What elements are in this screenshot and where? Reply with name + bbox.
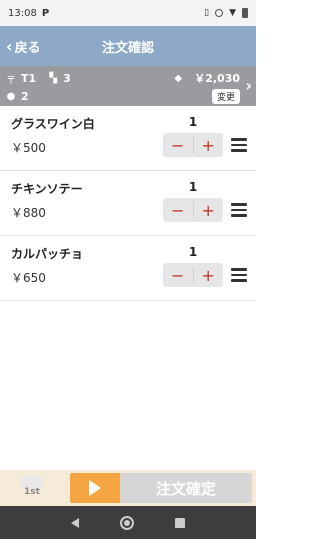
item-name: チキンソテー: [11, 182, 83, 196]
drag-handle-icon[interactable]: [231, 203, 247, 217]
list-item: グラスワイン白 ￥500 1 − +: [0, 106, 256, 171]
course-label: 1st: [24, 487, 40, 497]
item-name: グラスワイン白: [11, 117, 95, 131]
item-name: カルパッチョ: [11, 247, 84, 261]
status-bar: 13:08 P ▯ ▼: [0, 0, 256, 26]
person-icon: ●: [6, 90, 16, 102]
app-indicator: P: [41, 7, 50, 19]
header-bar: ‹ 戻る 注文確認: [0, 26, 256, 66]
battery-icon: [242, 8, 248, 18]
nav-back-icon[interactable]: [70, 517, 79, 528]
chevron-left-icon: ‹: [6, 36, 13, 56]
item-quantity: 1: [188, 115, 198, 129]
drag-handle-icon[interactable]: [231, 138, 247, 152]
quantity-stepper: − +: [163, 198, 223, 222]
order-item-list: グラスワイン白 ￥500 1 − + チキンソテー ￥880 1 − + カルパ…: [0, 106, 256, 301]
wifi-icon: ▼: [229, 8, 236, 18]
change-button[interactable]: 変更: [211, 88, 240, 104]
decrement-button[interactable]: −: [163, 198, 193, 222]
table-icon: ╤: [7, 72, 15, 84]
quantity-stepper: − +: [163, 263, 223, 287]
back-label: 戻る: [14, 40, 41, 56]
cart-icon: ▚: [49, 72, 58, 84]
order-total: ￥2,030: [194, 72, 240, 85]
list-item: チキンソテー ￥880 1 − +: [0, 171, 256, 236]
increment-button[interactable]: +: [194, 198, 224, 222]
confirm-order-button[interactable]: 注文確定: [70, 473, 252, 503]
decrement-button[interactable]: −: [163, 263, 193, 287]
items-count: 3: [63, 71, 71, 85]
status-time: 13:08: [8, 7, 37, 19]
bottom-action-bar: 1st 注文確定: [0, 470, 256, 506]
order-info-bar[interactable]: ╤ T1 ▚ 3 ◆ ￥2,030 ● 2 変更 ›: [0, 66, 256, 106]
vibrate-icon: ▯: [204, 8, 210, 18]
drag-handle-icon[interactable]: [231, 268, 247, 282]
back-button[interactable]: ‹ 戻る: [0, 37, 41, 56]
decrement-button[interactable]: −: [163, 133, 193, 157]
item-quantity: 1: [188, 180, 198, 194]
increment-button[interactable]: +: [194, 263, 224, 287]
item-price: ￥500: [11, 141, 46, 155]
play-icon: [70, 473, 120, 503]
nav-recents-icon[interactable]: [175, 517, 186, 528]
chevron-right-icon[interactable]: ›: [245, 76, 252, 95]
item-price: ￥880: [11, 206, 46, 220]
item-price: ￥650: [11, 271, 46, 285]
confirm-order-label: 注文確定: [120, 473, 252, 503]
guest-count: 2: [21, 89, 29, 103]
quantity-stepper: − +: [163, 133, 223, 157]
nav-home-icon[interactable]: [119, 515, 134, 530]
tag-icon: ◆: [174, 72, 183, 84]
table-number: T1: [21, 71, 37, 85]
dnd-icon: [215, 9, 224, 17]
item-quantity: 1: [188, 245, 198, 259]
increment-button[interactable]: +: [194, 133, 224, 157]
course-selector[interactable]: 1st: [18, 475, 46, 501]
list-item: カルパッチョ ￥650 1 − +: [0, 236, 256, 301]
system-nav-bar: [0, 506, 256, 539]
